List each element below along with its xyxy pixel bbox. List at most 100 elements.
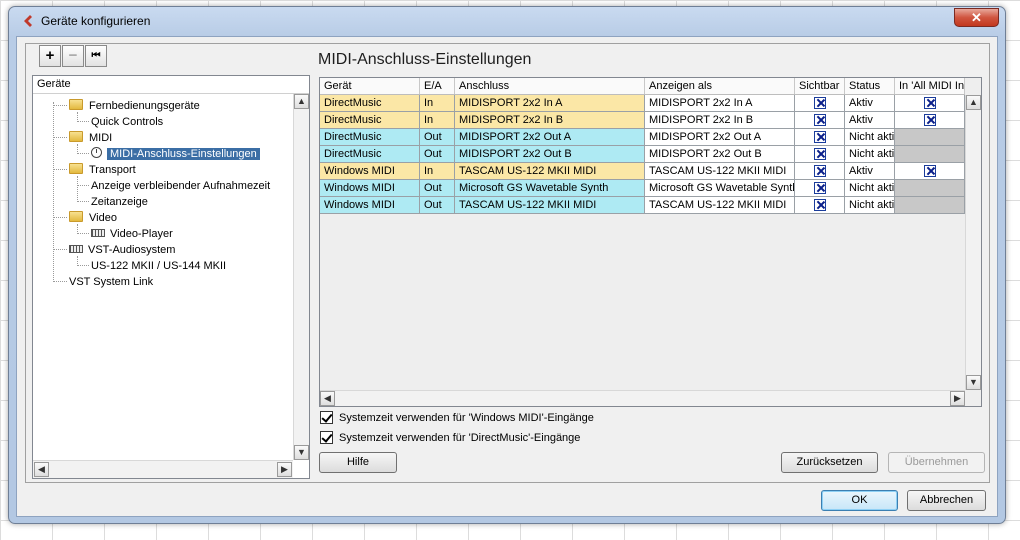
tree-vertical-scrollbar[interactable]: ▲ ▼	[293, 94, 309, 460]
column-header-device[interactable]: Gerät	[320, 78, 420, 94]
table-row[interactable]: Windows MIDI Out TASCAM US-122 MKII MIDI TA…	[320, 197, 965, 214]
checkbox-checked-icon[interactable]	[320, 431, 333, 444]
scroll-left-button[interactable]: ◀	[34, 462, 49, 477]
apply-button[interactable]: Übernehmen	[888, 452, 985, 473]
cell-visible[interactable]	[795, 112, 845, 129]
title-bar[interactable]: Geräte konfigurieren ✕	[9, 7, 1005, 35]
cell-visible[interactable]	[795, 146, 845, 163]
cell-port: TASCAM US-122 MKII MIDI	[455, 163, 645, 180]
cell-visible[interactable]	[795, 180, 845, 197]
option-system-time-windows-midi[interactable]: Systemzeit verwenden für 'Windows MIDI'-…	[320, 411, 594, 427]
add-button[interactable]: +	[39, 45, 61, 67]
checked-x-icon[interactable]	[813, 199, 826, 211]
checked-x-icon[interactable]	[923, 97, 936, 109]
table-horizontal-scrollbar[interactable]: ◀ ▶	[320, 390, 965, 406]
checked-x-icon[interactable]	[813, 114, 826, 126]
close-button[interactable]: ✕	[954, 8, 999, 27]
table-row[interactable]: DirectMusic Out MIDISPORT 2x2 Out A MIDISPO…	[320, 129, 965, 146]
cell-show-as[interactable]: Microsoft GS Wavetable Synth	[645, 180, 795, 197]
cell-show-as[interactable]: TASCAM US-122 MKII MIDI	[645, 163, 795, 180]
tree-item-midi-port-settings[interactable]: MIDI-Anschluss-Einstellungen	[91, 146, 260, 162]
cell-visible[interactable]	[795, 95, 845, 112]
tree-item-quick-controls[interactable]: Quick Controls	[91, 114, 163, 130]
cell-all-midi-in[interactable]	[895, 95, 965, 112]
cancel-button[interactable]: Abbrechen	[907, 490, 986, 511]
tree-line	[77, 121, 89, 122]
cell-io: Out	[420, 197, 455, 214]
tree-item-label: MIDI-Anschluss-Einstellungen	[107, 148, 260, 160]
checked-x-icon[interactable]	[813, 148, 826, 160]
checked-x-icon[interactable]	[813, 182, 826, 194]
table-row[interactable]: Windows MIDI Out Microsoft GS Wavetable Sy…	[320, 180, 965, 197]
checked-x-icon[interactable]	[813, 131, 826, 143]
tree-item-recording-time[interactable]: Anzeige verbleibender Aufnahmezeit	[91, 178, 270, 194]
checked-x-icon[interactable]	[813, 165, 826, 177]
column-header-all-midi-in[interactable]: In 'All MIDI In	[895, 78, 965, 94]
scroll-right-button[interactable]: ▶	[277, 462, 292, 477]
cell-all-midi-in[interactable]	[895, 112, 965, 129]
folder-icon	[69, 211, 83, 222]
tree-item-label: Zeitanzeige	[91, 196, 148, 208]
column-header-status[interactable]: Status	[845, 78, 895, 94]
cell-visible[interactable]	[795, 129, 845, 146]
tree-item-label: Quick Controls	[91, 116, 164, 128]
folder-icon	[69, 163, 83, 174]
scroll-up-button[interactable]: ▲	[294, 94, 309, 109]
cell-all-midi-in[interactable]	[895, 163, 965, 180]
help-button[interactable]: Hilfe	[319, 452, 397, 473]
checked-x-icon[interactable]	[923, 114, 936, 126]
checked-x-icon[interactable]	[923, 165, 936, 177]
tree-item-label: Fernbedienungsgeräte	[89, 100, 200, 112]
scroll-right-button[interactable]: ▶	[950, 391, 965, 406]
cell-device: DirectMusic	[320, 129, 420, 146]
cell-show-as[interactable]: MIDISPORT 2x2 In B	[645, 112, 795, 129]
table-vertical-scrollbar[interactable]: ▲ ▼	[965, 95, 981, 390]
window-title: Geräte konfigurieren	[41, 14, 151, 28]
column-header-io[interactable]: E/A	[420, 78, 455, 94]
tree-line	[77, 185, 89, 186]
option-system-time-directmusic[interactable]: Systemzeit verwenden für 'DirectMusic'-E…	[320, 431, 580, 447]
table-row[interactable]: Windows MIDI In TASCAM US-122 MKII MIDI TAS…	[320, 163, 965, 180]
column-header-show-as[interactable]: Anzeigen als	[645, 78, 795, 94]
checked-x-icon[interactable]	[813, 97, 826, 109]
tree-item-video-player[interactable]: Video-Player	[91, 226, 173, 242]
cell-show-as[interactable]: MIDISPORT 2x2 Out A	[645, 129, 795, 146]
cell-show-as[interactable]: TASCAM US-122 MKII MIDI	[645, 197, 795, 214]
cell-all-midi-in	[895, 146, 965, 163]
table-header: Gerät E/A Anschluss Anzeigen als Sichtba…	[320, 78, 965, 95]
cell-visible[interactable]	[795, 163, 845, 180]
tree-item-fernbedienungsgeraete[interactable]: Fernbedienungsgeräte	[69, 98, 200, 114]
tree-item-label: Transport	[89, 164, 136, 176]
table-row[interactable]: DirectMusic Out MIDISPORT 2x2 Out B MIDISPO…	[320, 146, 965, 163]
tree-item-transport[interactable]: Transport	[69, 162, 136, 178]
tree-item-vst-system-link[interactable]: VST System Link	[69, 274, 153, 290]
tree-item-midi[interactable]: MIDI	[69, 130, 112, 146]
tree-item-video[interactable]: Video	[69, 210, 117, 226]
scroll-down-button[interactable]: ▼	[294, 445, 309, 460]
remove-button[interactable]: −	[62, 45, 84, 67]
tree-horizontal-scrollbar[interactable]: ◀ ▶	[33, 460, 293, 478]
tree-line	[53, 281, 67, 282]
tree-item-us-122[interactable]: US-122 MKII / US-144 MKII	[91, 258, 226, 274]
scroll-left-button[interactable]: ◀	[320, 391, 335, 406]
column-header-visible[interactable]: Sichtbar	[795, 78, 845, 94]
ok-button[interactable]: OK	[821, 490, 898, 511]
tree-item-vst-audio[interactable]: VST-Audiosystem	[69, 242, 175, 258]
checkbox-checked-icon[interactable]	[320, 411, 333, 424]
cell-show-as[interactable]: MIDISPORT 2x2 In A	[645, 95, 795, 112]
reset-settings-button[interactable]: Zurücksetzen	[781, 452, 878, 473]
table-row[interactable]: DirectMusic In MIDISPORT 2x2 In A MIDISPORT…	[320, 95, 965, 112]
cell-io: In	[420, 163, 455, 180]
tree-line	[53, 249, 67, 250]
tree-line	[53, 169, 67, 170]
cell-show-as[interactable]: MIDISPORT 2x2 Out B	[645, 146, 795, 163]
scroll-up-button[interactable]: ▲	[966, 95, 981, 110]
table-row[interactable]: DirectMusic In MIDISPORT 2x2 In B MIDISPORT…	[320, 112, 965, 129]
reset-device-button[interactable]: ⏮	[85, 45, 107, 67]
scroll-down-button[interactable]: ▼	[966, 375, 981, 390]
video-icon	[91, 229, 105, 237]
cell-status: Nicht akti	[845, 129, 895, 146]
cell-visible[interactable]	[795, 197, 845, 214]
column-header-port[interactable]: Anschluss	[455, 78, 645, 94]
tree-item-time-display[interactable]: Zeitanzeige	[91, 194, 148, 210]
